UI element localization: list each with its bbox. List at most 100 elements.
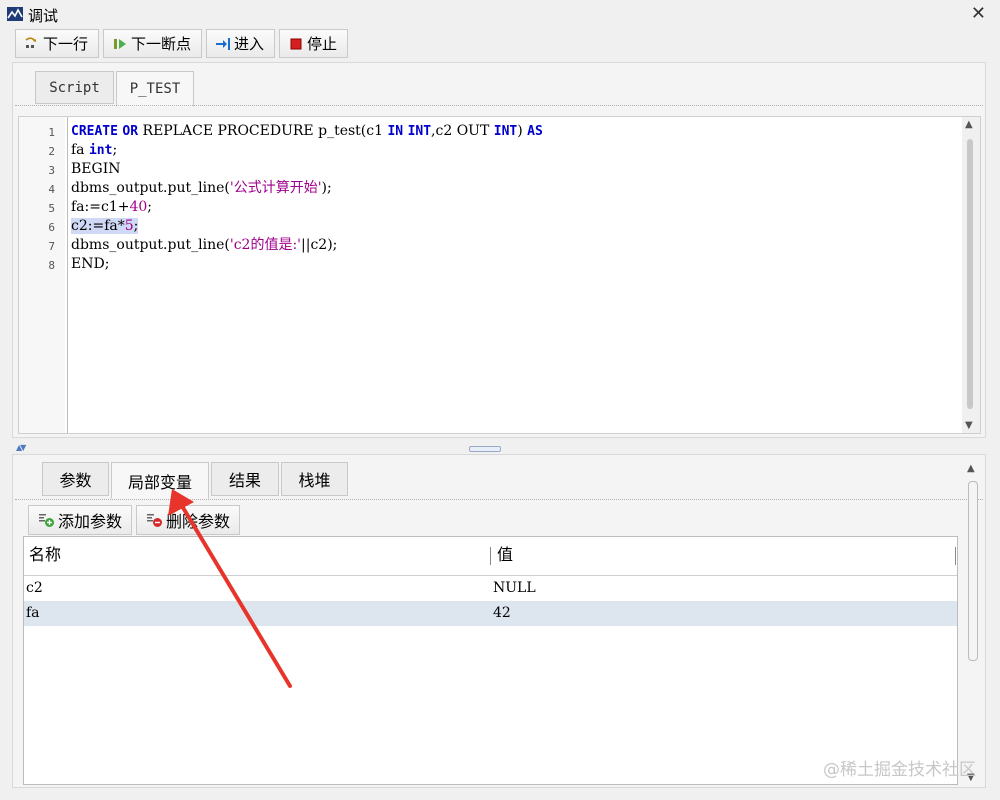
tab-p-test[interactable]: P_TEST xyxy=(116,71,194,107)
stop-icon xyxy=(288,36,304,52)
tab-divider xyxy=(15,105,983,106)
collapse-arrows-icon[interactable]: ▲▼ xyxy=(16,443,26,452)
code-text: fa xyxy=(71,142,89,158)
code-text: dbms_output.put_line( xyxy=(71,237,230,253)
code-text-area[interactable]: CREATE OR REPLACE PROCEDURE p_test(c1 IN… xyxy=(67,117,965,433)
line-number: 6 xyxy=(48,221,55,234)
code-text: c2:=fa* xyxy=(71,218,125,234)
scroll-down-icon[interactable]: ▼ xyxy=(965,420,973,431)
line-number: 7 xyxy=(48,240,55,253)
scroll-thumb[interactable] xyxy=(968,481,978,661)
splitter-grip-icon[interactable] xyxy=(469,446,501,452)
keyword: AS xyxy=(527,124,543,139)
next-line-label: 下一行 xyxy=(43,35,89,53)
line-number: 4 xyxy=(48,183,55,196)
title-bar: 调试 ✕ xyxy=(0,0,1000,28)
code-text: ||c2); xyxy=(301,237,338,253)
code-line-6-current: c2:=fa*5; xyxy=(71,217,139,236)
tab-results[interactable]: 结果 xyxy=(211,462,279,496)
code-line-4: dbms_output.put_line('公式计算开始'); xyxy=(71,179,332,198)
tab-parameters[interactable]: 参数 xyxy=(42,462,109,496)
stop-button[interactable]: 停止 xyxy=(279,29,349,58)
variable-toolbar: 添加参数 删除参数 xyxy=(28,505,241,535)
code-text: ,c2 OUT xyxy=(431,123,494,139)
string-literal: 'c2的值是:' xyxy=(229,237,302,253)
add-parameter-button[interactable]: 添加参数 xyxy=(28,505,133,535)
step-over-icon xyxy=(24,36,40,52)
debug-info-tabs: 参数 局部变量 结果 栈堆 xyxy=(42,462,348,499)
scroll-up-icon[interactable]: ▲ xyxy=(965,119,973,130)
table-row[interactable]: fa 42 xyxy=(24,601,957,626)
step-into-button[interactable]: 进入 xyxy=(206,29,276,58)
window-title: 调试 xyxy=(28,7,59,25)
code-text: ; xyxy=(133,218,139,234)
code-text: ; xyxy=(147,199,153,215)
variable-name: c2 xyxy=(26,580,43,596)
keyword: IN xyxy=(387,124,404,139)
close-icon[interactable]: ✕ xyxy=(971,3,986,24)
panel-vertical-scrollbar[interactable]: ▲ ▼ xyxy=(967,463,979,783)
keyword: CREATE xyxy=(71,124,118,139)
run-to-breakpoint-icon xyxy=(112,36,128,52)
line-number: 2 xyxy=(48,145,55,158)
next-breakpoint-button[interactable]: 下一断点 xyxy=(103,29,203,58)
code-line-3: BEGIN xyxy=(71,161,121,177)
line-number: 1 xyxy=(48,126,55,139)
local-variables-table: 名称 值 c2 NULL fa 42 xyxy=(23,536,958,785)
delete-parameter-button[interactable]: 删除参数 xyxy=(136,505,241,535)
code-line-5: fa:=c1+40; xyxy=(71,198,152,217)
code-text: ) xyxy=(517,123,528,139)
add-parameter-label: 添加参数 xyxy=(58,512,123,531)
tab-stack[interactable]: 栈堆 xyxy=(281,462,348,496)
next-line-button[interactable]: 下一行 xyxy=(15,29,100,58)
stop-label: 停止 xyxy=(307,35,338,53)
panel-splitter[interactable]: ▲▼ xyxy=(12,441,986,453)
column-header-value[interactable]: 值 xyxy=(497,537,513,575)
tab-divider xyxy=(15,499,983,500)
code-line-7: dbms_output.put_line('c2的值是:'||c2); xyxy=(71,236,337,255)
code-text: dbms_output.put_line( xyxy=(71,180,230,196)
keyword: INT xyxy=(407,124,432,139)
debug-info-panel: 参数 局部变量 结果 栈堆 添加参数 删除参数 名称 值 c2 NULL fa … xyxy=(12,454,986,788)
add-icon xyxy=(38,512,55,528)
keyword: INT xyxy=(493,124,518,139)
delete-parameter-label: 删除参数 xyxy=(166,512,231,531)
scroll-up-icon[interactable]: ▲ xyxy=(967,463,975,474)
line-number: 8 xyxy=(48,259,55,272)
number-literal: 40 xyxy=(129,199,148,215)
number-literal: 5 xyxy=(124,218,134,234)
code-editor[interactable]: 1 2 3 4 5 6 7 8 CREATE OR REPLACE PROCED… xyxy=(18,116,981,434)
current-line-highlight: c2:=fa*5; xyxy=(71,218,139,234)
variable-name: fa xyxy=(26,605,40,621)
watermark: @稀土掘金技术社区 xyxy=(823,760,976,780)
table-header: 名称 值 xyxy=(24,537,957,576)
line-number: 3 xyxy=(48,164,55,177)
keyword: OR xyxy=(122,124,139,139)
editor-panel: Script P_TEST 1 2 3 4 5 6 7 8 CREATE OR … xyxy=(12,62,986,438)
column-separator[interactable] xyxy=(490,547,491,565)
variable-value: NULL xyxy=(493,580,536,596)
step-into-icon xyxy=(215,36,231,52)
table-row[interactable]: c2 NULL xyxy=(24,576,957,601)
code-text: ; xyxy=(112,142,118,158)
debug-app-icon xyxy=(7,7,23,21)
tab-local-variables[interactable]: 局部变量 xyxy=(111,462,209,499)
debug-toolbar: 下一行 下一断点 进入 停止 xyxy=(15,29,349,60)
code-line-1: CREATE OR REPLACE PROCEDURE p_test(c1 IN… xyxy=(71,122,543,141)
step-into-label: 进入 xyxy=(234,35,265,53)
tab-script[interactable]: Script xyxy=(35,71,114,104)
next-breakpoint-label: 下一断点 xyxy=(131,35,192,53)
editor-vertical-scrollbar[interactable]: ▲ ▼ xyxy=(962,117,980,433)
column-header-name[interactable]: 名称 xyxy=(29,537,61,575)
string-literal: '公式计算开始' xyxy=(229,180,322,196)
delete-icon xyxy=(146,512,163,528)
column-separator[interactable] xyxy=(955,547,956,565)
code-text: fa:=c1+ xyxy=(71,199,130,215)
code-line-8: END; xyxy=(71,256,110,272)
keyword: int xyxy=(88,143,113,158)
code-line-2: fa int; xyxy=(71,141,117,160)
scroll-thumb[interactable] xyxy=(967,139,973,409)
variable-value: 42 xyxy=(493,605,511,621)
code-text: ); xyxy=(321,180,332,196)
code-text: REPLACE PROCEDURE p_test(c1 xyxy=(138,123,388,139)
